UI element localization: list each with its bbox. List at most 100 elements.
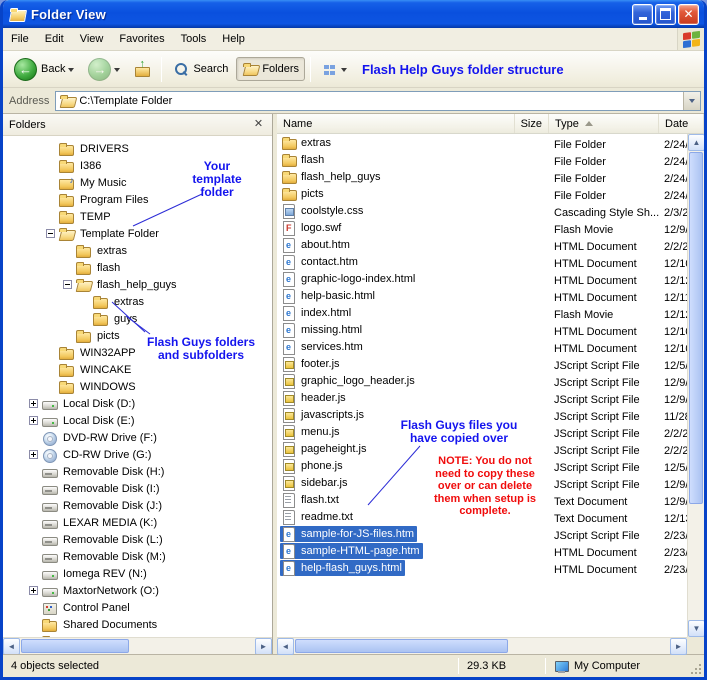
tree-item[interactable]: Removable Disk (J:) xyxy=(3,497,272,514)
file-row[interactable]: about.htm HTML Document 2/2/20 xyxy=(277,238,687,255)
views-button[interactable] xyxy=(316,57,353,81)
file-row[interactable]: sample-for-JS-files.htm JScript Script F… xyxy=(277,527,687,544)
file-row[interactable]: javascripts.js JScript Script File 11/28… xyxy=(277,408,687,425)
tree-item[interactable]: Local Disk (D:) xyxy=(3,395,272,412)
tree-item[interactable]: flash_help_guys xyxy=(3,276,272,293)
scroll-right-icon[interactable]: ► xyxy=(255,638,272,654)
back-button[interactable]: ← Back xyxy=(8,54,80,85)
file-row[interactable]: sample-HTML-page.htm HTML Document 2/23/… xyxy=(277,544,687,561)
views-dropdown-icon[interactable] xyxy=(341,68,347,75)
file-row[interactable]: readme.txt Text Document 12/13/ xyxy=(277,510,687,527)
expand-toggle-icon[interactable] xyxy=(29,399,38,408)
file-row[interactable]: coolstyle.css Cascading Style Sh... 2/3/… xyxy=(277,204,687,221)
tree-item[interactable]: My Music xyxy=(3,174,272,191)
tree-item[interactable]: MaxtorNetwork (O:) xyxy=(3,582,272,599)
expand-toggle-icon[interactable] xyxy=(63,280,72,289)
menu-item[interactable]: File xyxy=(3,28,37,50)
tree-item[interactable]: Removable Disk (M:) xyxy=(3,548,272,565)
tree-item[interactable]: DVD-RW Drive (F:) xyxy=(3,429,272,446)
file-row[interactable]: header.js JScript Script File 12/9/2 xyxy=(277,391,687,408)
file-row[interactable]: sidebar.js JScript Script File 12/9/2 xyxy=(277,476,687,493)
tree-item[interactable]: Template Folder xyxy=(3,225,272,242)
file-row[interactable]: flash File Folder 2/24/2 xyxy=(277,153,687,170)
resize-grip[interactable] xyxy=(689,662,702,675)
tree-item[interactable]: DRIVERS xyxy=(3,140,272,157)
tree-item[interactable]: Removable Disk (L:) xyxy=(3,531,272,548)
tree-item[interactable]: flash xyxy=(3,259,272,276)
column-header-date[interactable]: Date xyxy=(659,114,704,133)
tree-item[interactable]: extras xyxy=(3,293,272,310)
file-row[interactable]: pageheight.js JScript Script File 2/2/20 xyxy=(277,442,687,459)
forward-button[interactable]: → xyxy=(82,54,126,85)
scroll-left-icon[interactable]: ◄ xyxy=(3,638,20,654)
tree-item[interactable]: Iomega REV (N:) xyxy=(3,565,272,582)
tree-item[interactable]: TEMP xyxy=(3,208,272,225)
file-row[interactable]: picts File Folder 2/24/2 xyxy=(277,187,687,204)
tree-item[interactable]: extras xyxy=(3,242,272,259)
file-row[interactable]: graphic-logo-index.html HTML Document 12… xyxy=(277,272,687,289)
file-row[interactable]: graphic_logo_header.js JScript Script Fi… xyxy=(277,374,687,391)
address-dropdown-button[interactable] xyxy=(683,92,700,110)
menu-item[interactable]: Help xyxy=(214,28,253,50)
tree-item[interactable]: WINDOWS xyxy=(3,378,272,395)
file-row[interactable]: help-basic.html HTML Document 12/11/ xyxy=(277,289,687,306)
file-row[interactable]: missing.html HTML Document 12/10/ xyxy=(277,323,687,340)
tree-item[interactable]: Control Panel xyxy=(3,599,272,616)
vertical-scrollbar[interactable]: ▲ ▼ xyxy=(687,134,704,637)
tree-item[interactable]: WIN32APP xyxy=(3,344,272,361)
address-input[interactable]: C:\Template Folder xyxy=(55,91,701,111)
search-button[interactable]: Search xyxy=(167,57,234,81)
menu-item[interactable]: Favorites xyxy=(111,28,172,50)
menu-item[interactable]: View xyxy=(72,28,112,50)
folders-button[interactable]: Folders xyxy=(236,57,305,81)
expand-toggle-icon[interactable] xyxy=(29,450,38,459)
scroll-right-icon[interactable]: ► xyxy=(670,638,687,655)
expand-toggle-icon[interactable] xyxy=(29,586,38,595)
scroll-down-icon[interactable]: ▼ xyxy=(688,620,705,637)
tree-item[interactable]: CD-RW Drive (G:) xyxy=(3,446,272,463)
file-row[interactable]: index.html Flash Movie 12/12/ xyxy=(277,306,687,323)
tree-item[interactable]: I386 xyxy=(3,157,272,174)
tree-horizontal-scrollbar[interactable]: ◄ ► xyxy=(3,637,272,654)
forward-dropdown-icon[interactable] xyxy=(114,68,120,75)
tree-item[interactable]: guys xyxy=(3,310,272,327)
file-row[interactable]: flash_help_guys File Folder 2/24/2 xyxy=(277,170,687,187)
file-row[interactable]: help-flash_guys.html HTML Document 2/23/… xyxy=(277,561,687,578)
back-dropdown-icon[interactable] xyxy=(68,68,74,75)
horizontal-scrollbar[interactable]: ◄ ► xyxy=(277,637,687,654)
column-header-type[interactable]: Type xyxy=(549,114,659,133)
tree-item[interactable]: picts xyxy=(3,327,272,344)
menu-item[interactable]: Edit xyxy=(37,28,72,50)
up-button[interactable] xyxy=(128,57,156,81)
scrollbar-thumb[interactable] xyxy=(21,639,129,653)
column-header-size[interactable]: Size xyxy=(515,114,549,133)
file-row[interactable]: contact.htm HTML Document 12/10/ xyxy=(277,255,687,272)
file-row[interactable]: flash.txt Text Document 12/9/0 xyxy=(277,493,687,510)
tree-item[interactable]: Removable Disk (I:) xyxy=(3,480,272,497)
scroll-left-icon[interactable]: ◄ xyxy=(277,638,294,655)
minimize-button[interactable] xyxy=(632,4,653,25)
tree-item[interactable]: WINCAKE xyxy=(3,361,272,378)
title-bar[interactable]: Folder View xyxy=(3,0,704,28)
file-row[interactable]: footer.js JScript Script File 12/5/2 xyxy=(277,357,687,374)
maximize-button[interactable] xyxy=(655,4,676,25)
tree-item[interactable]: LEXAR MEDIA (K:) xyxy=(3,514,272,531)
tree-item[interactable]: Local Disk (E:) xyxy=(3,412,272,429)
file-row[interactable]: phone.js JScript Script File 12/5/2 xyxy=(277,459,687,476)
expand-toggle-icon[interactable] xyxy=(46,229,55,238)
close-button[interactable] xyxy=(678,4,699,25)
scrollbar-thumb[interactable] xyxy=(689,152,703,504)
menu-item[interactable]: Tools xyxy=(173,28,215,50)
file-row[interactable]: menu.js JScript Script File 2/2/20 xyxy=(277,425,687,442)
scroll-up-icon[interactable]: ▲ xyxy=(688,134,705,151)
tree-item[interactable]: Program Files xyxy=(3,191,272,208)
expand-toggle-icon[interactable] xyxy=(29,416,38,425)
tree-item[interactable]: Removable Disk (H:) xyxy=(3,463,272,480)
file-row[interactable]: extras File Folder 2/24/2 xyxy=(277,136,687,153)
file-row[interactable]: logo.swf Flash Movie 12/9/2 xyxy=(277,221,687,238)
column-header-name[interactable]: Name xyxy=(277,114,515,133)
file-row[interactable]: services.htm HTML Document 12/10/ xyxy=(277,340,687,357)
tree-item[interactable]: Shared Documents xyxy=(3,616,272,633)
scrollbar-thumb[interactable] xyxy=(295,639,508,653)
folders-pane-close-icon[interactable] xyxy=(251,117,266,132)
